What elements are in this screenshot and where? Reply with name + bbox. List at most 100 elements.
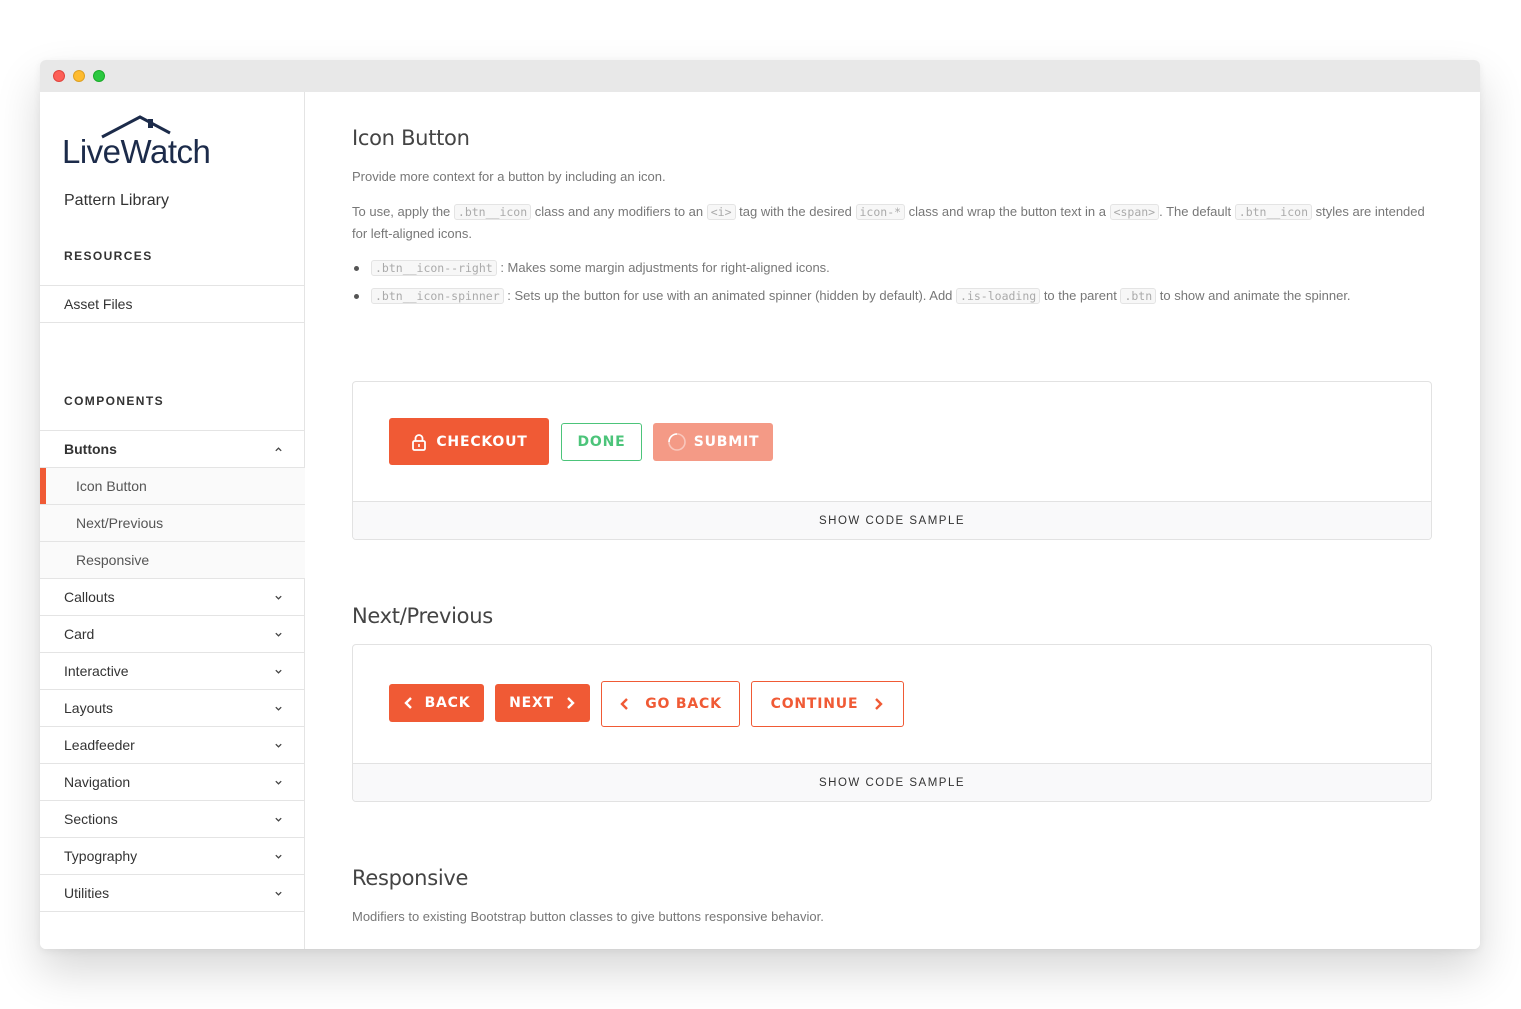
list-item-text: to show and animate the spinner. xyxy=(1156,288,1351,303)
chevron-down-icon xyxy=(275,780,282,785)
sidebar-item-asset-files[interactable]: Asset Files xyxy=(40,286,305,323)
sidebar: LiveWatch Pattern Library RESOURCES Asse… xyxy=(40,92,305,949)
show-code-sample-button[interactable]: SHOW CODE SAMPLE xyxy=(353,763,1431,801)
components-heading: COMPONENTS xyxy=(64,394,165,408)
sidebar-item-label: Responsive xyxy=(76,552,150,568)
usage-text: class and wrap the button text in a xyxy=(905,204,1110,219)
responsive-intro: Modifiers to existing Bootstrap button c… xyxy=(352,909,824,924)
chevron-down-icon xyxy=(275,743,282,748)
done-button[interactable]: DONE xyxy=(561,423,642,461)
chevron-down-icon xyxy=(275,854,282,859)
chevron-left-icon xyxy=(403,697,412,709)
chevron-right-icon xyxy=(567,697,575,709)
minimize-window-button[interactable] xyxy=(73,70,85,82)
library-title: Pattern Library xyxy=(64,192,169,209)
code-snippet: icon-* xyxy=(855,204,906,220)
chevron-down-icon xyxy=(275,891,282,896)
usage-text: class and any modifiers to an xyxy=(531,204,707,219)
sidebar-item-label: Utilities xyxy=(64,885,110,901)
resources-heading: RESOURCES xyxy=(64,249,153,263)
sidebar-item-label: Asset Files xyxy=(64,296,133,312)
code-snippet: <i> xyxy=(706,204,736,220)
list-item-text: : Makes some margin adjustments for righ… xyxy=(496,260,830,275)
sidebar-subitem-responsive[interactable]: Responsive xyxy=(40,542,305,579)
sidebar-item-callouts[interactable]: Callouts xyxy=(40,579,305,616)
sidebar-item-typography[interactable]: Typography xyxy=(40,838,305,875)
chevron-right-icon xyxy=(875,698,884,710)
icon-button-intro: Provide more context for a button by inc… xyxy=(352,169,666,184)
button-label: CONTINUE xyxy=(770,696,859,712)
icon-button-usage: To use, apply the .btn__icon class and a… xyxy=(352,201,1432,245)
chevron-down-icon xyxy=(275,706,282,711)
code-snippet: .is-loading xyxy=(956,288,1041,304)
button-label: GO BACK xyxy=(645,696,722,712)
go-back-button[interactable]: GO BACK xyxy=(601,681,740,727)
chevron-left-icon xyxy=(620,698,629,710)
back-button[interactable]: BACK xyxy=(389,684,484,722)
sidebar-item-buttons[interactable]: Buttons xyxy=(40,431,305,468)
list-item: .btn__icon--right : Makes some margin ad… xyxy=(352,257,1432,279)
section-title-responsive: Responsive xyxy=(352,866,469,890)
sidebar-item-layouts[interactable]: Layouts xyxy=(40,690,305,727)
lock-icon xyxy=(412,433,427,451)
sidebar-item-label: Card xyxy=(64,626,95,642)
button-label: DONE xyxy=(577,434,626,450)
sidebar-item-label: Layouts xyxy=(64,700,114,716)
sidebar-item-label: Callouts xyxy=(64,589,115,605)
sidebar-item-navigation[interactable]: Navigation xyxy=(40,764,305,801)
list-item-text: : Sets up the button for use with an ani… xyxy=(503,288,957,303)
chevron-down-icon xyxy=(275,595,282,600)
sidebar-item-label: Sections xyxy=(64,811,118,827)
sidebar-item-label: Interactive xyxy=(64,663,129,679)
sidebar-item-card[interactable]: Card xyxy=(40,616,305,653)
close-window-button[interactable] xyxy=(53,70,65,82)
livewatch-logo[interactable]: LiveWatch xyxy=(62,114,222,170)
chevron-up-icon xyxy=(275,447,282,452)
maximize-window-button[interactable] xyxy=(93,70,105,82)
next-previous-demo: BACK NEXT GO BACK CONTINUE SHOW CODE SAM… xyxy=(352,644,1432,802)
sidebar-subitem-icon-button[interactable]: Icon Button xyxy=(40,468,305,505)
submit-button-loading[interactable]: SUBMIT xyxy=(653,423,773,461)
list-item-text: to the parent xyxy=(1040,288,1121,303)
resources-nav: Asset Files xyxy=(40,285,305,323)
browser-window: LiveWatch Pattern Library RESOURCES Asse… xyxy=(40,60,1480,949)
code-snippet: .btn xyxy=(1120,288,1157,304)
sidebar-item-label: Typography xyxy=(64,848,138,864)
sidebar-item-label: Next/Previous xyxy=(76,515,164,531)
button-label: CHECKOUT xyxy=(436,433,528,450)
checkout-button[interactable]: CHECKOUT xyxy=(389,418,549,465)
chevron-down-icon xyxy=(275,632,282,637)
code-snippet: .btn__icon--right xyxy=(371,260,497,276)
logo-text: LiveWatch xyxy=(62,133,211,170)
components-nav: Buttons Icon Button Next/Previous Respon… xyxy=(40,430,305,912)
sidebar-item-label: Leadfeeder xyxy=(64,737,135,753)
chevron-down-icon xyxy=(275,817,282,822)
code-snippet: .btn__icon xyxy=(453,204,532,220)
icon-button-section: Icon Button Provide more context for a b… xyxy=(352,126,1432,313)
sidebar-item-leadfeeder[interactable]: Leadfeeder xyxy=(40,727,305,764)
sidebar-item-label: Navigation xyxy=(64,774,131,790)
spinner-icon xyxy=(667,433,686,451)
sidebar-item-interactive[interactable]: Interactive xyxy=(40,653,305,690)
next-button[interactable]: NEXT xyxy=(495,684,590,722)
sidebar-subitem-next-previous[interactable]: Next/Previous xyxy=(40,505,305,542)
button-label: NEXT xyxy=(509,695,554,711)
button-label: BACK xyxy=(424,695,471,711)
sidebar-item-label: Buttons xyxy=(64,441,117,457)
responsive-section: Responsive Modifiers to existing Bootstr… xyxy=(352,866,1432,928)
icon-button-demo: CHECKOUT DONE SUBMIT SHOW CODE SAMPLE xyxy=(352,381,1432,540)
sidebar-item-utilities[interactable]: Utilities xyxy=(40,875,305,912)
code-snippet: <span> xyxy=(1109,204,1160,220)
show-code-sample-button[interactable]: SHOW CODE SAMPLE xyxy=(353,501,1431,539)
section-title-icon-button: Icon Button xyxy=(352,126,470,150)
code-snippet: .btn__icon xyxy=(1234,204,1313,220)
sidebar-item-label: Icon Button xyxy=(76,478,147,494)
usage-text: . The default xyxy=(1159,204,1235,219)
next-previous-section: Next/Previous xyxy=(352,604,1432,628)
window-titlebar xyxy=(40,60,1480,92)
main-content: Icon Button Provide more context for a b… xyxy=(305,92,1480,949)
code-snippet: .btn__icon-spinner xyxy=(371,288,504,304)
usage-text: To use, apply the xyxy=(352,204,454,219)
sidebar-item-sections[interactable]: Sections xyxy=(40,801,305,838)
continue-button[interactable]: CONTINUE xyxy=(751,681,904,727)
